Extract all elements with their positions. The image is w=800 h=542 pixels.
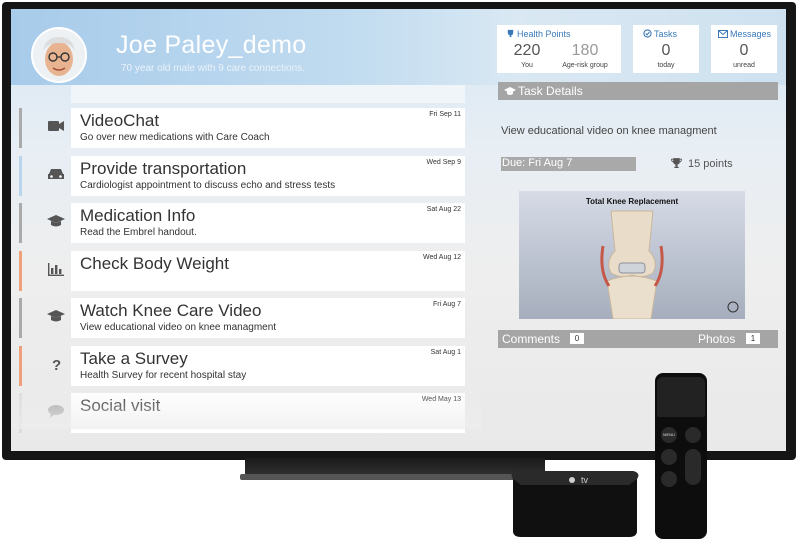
- task-title: Check Body Weight: [80, 254, 229, 273]
- messages-value: 0: [739, 42, 749, 59]
- task-status-bar: [19, 251, 22, 291]
- siri-remote: MENU: [655, 373, 707, 539]
- graduation-cap-icon: [504, 87, 516, 95]
- envelope-icon: [718, 30, 728, 38]
- sidebar-task-icon[interactable]: [19, 156, 71, 196]
- points-reward: 15 points: [671, 157, 733, 170]
- media-bar: Comments 0 Photos 1: [498, 330, 778, 348]
- task-date: Wed Sep 9: [426, 159, 461, 166]
- health-points-group-value: 180: [571, 42, 599, 59]
- task-title: Watch Knee Care Video: [80, 301, 262, 320]
- comments-label[interactable]: Comments: [502, 332, 560, 346]
- tasks-value: 0: [661, 42, 671, 59]
- task-card[interactable]: Medication Info Read the Embrel handout. S…: [71, 203, 465, 243]
- avatar-face-icon: [33, 29, 85, 81]
- tasks-title: Tasks: [654, 29, 678, 39]
- task-title: Provide transportation: [80, 159, 247, 178]
- task-title: VideoChat: [80, 111, 160, 130]
- remote-menu-button: MENU: [661, 427, 677, 443]
- task-card[interactable]: Take a Survey Health Survey for recent ho…: [71, 346, 465, 386]
- user-subtitle: 70 year old male with 9 care connections…: [121, 63, 305, 74]
- task-date: Sat Aug 1: [430, 349, 461, 356]
- task-status-bar: [19, 346, 22, 386]
- sidebar-task-icon[interactable]: [19, 203, 71, 243]
- tasks-panel[interactable]: Tasks 0 today: [633, 25, 699, 73]
- health-points-title: Health Points: [517, 29, 571, 39]
- due-date-badge: Due: Fri Aug 7: [501, 157, 636, 171]
- messages-label: unread: [733, 62, 755, 69]
- task-status-bar: [19, 156, 22, 196]
- task-description: Go over new medications with Care Coach: [80, 132, 270, 143]
- sidebar-task-icon[interactable]: [19, 108, 71, 148]
- task-status-bar: [19, 108, 22, 148]
- apple-logo-icon: [569, 477, 575, 483]
- task-details-title: Task Details: [518, 84, 583, 98]
- apple-tv-label: tv: [581, 475, 589, 485]
- health-points-you-value: 220: [513, 42, 541, 59]
- trophy-icon: [507, 29, 514, 38]
- list-fade: [11, 389, 481, 429]
- remote-touch-surface: [657, 377, 705, 417]
- task-description: Health Survey for recent hospital stay: [80, 370, 247, 381]
- task-details-header: Task Details: [498, 82, 778, 100]
- apple-tv-box: tv: [511, 471, 639, 537]
- task-status-bar: [19, 298, 22, 338]
- avatar[interactable]: [31, 27, 87, 83]
- task-date: Fri Sep 11: [429, 111, 461, 118]
- graduation-cap-icon: [47, 215, 65, 227]
- messages-title: Messages: [730, 29, 772, 39]
- photos-label[interactable]: Photos: [698, 332, 735, 346]
- task-title: Take a Survey: [80, 349, 188, 368]
- task-description: Read the Embrel handout.: [80, 227, 197, 238]
- trophy-icon: [671, 158, 682, 168]
- task-date: Fri Aug 7: [432, 301, 461, 308]
- due-date: Due: Fri Aug 7: [502, 157, 573, 169]
- health-points-you-label: You: [521, 62, 533, 69]
- task-date: Wed Aug 12: [422, 254, 461, 261]
- sidebar-task-icon[interactable]: ?: [19, 346, 71, 386]
- car-icon: [48, 169, 64, 179]
- graduation-cap-icon: [47, 310, 65, 322]
- sidebar-task-icon[interactable]: [19, 251, 71, 291]
- remote-play-pause-button: [661, 471, 677, 487]
- task-card[interactable]: Check Body Weight Wed Aug 12: [71, 251, 465, 291]
- knee-illustration-icon: [600, 210, 739, 319]
- sidebar-task-icon[interactable]: [19, 298, 71, 338]
- scrolled-task-row: [71, 85, 465, 103]
- photos-count: 1: [746, 333, 760, 344]
- task-card[interactable]: VideoChat Go over new medications with Ca…: [71, 108, 465, 148]
- remote-volume-button: [685, 449, 701, 485]
- video-camera-icon: [48, 121, 64, 131]
- task-description: View educational video on knee managment: [80, 322, 277, 333]
- question-icon: ?: [52, 357, 61, 374]
- comments-count: 0: [570, 333, 584, 344]
- tasks-label: today: [657, 62, 675, 69]
- task-card[interactable]: Watch Knee Care Video View educational vi…: [71, 298, 465, 338]
- remote-tv-button: [685, 427, 701, 443]
- task-title: Medication Info: [80, 206, 196, 225]
- tv-stand-base: [240, 474, 550, 480]
- messages-panel[interactable]: Messages 0 unread: [711, 25, 777, 73]
- bar-chart-icon: [48, 263, 64, 276]
- task-description: Cardiologist appointment to discuss echo…: [80, 180, 336, 191]
- svg-text:?: ?: [52, 357, 61, 374]
- task-status-bar: [19, 203, 22, 243]
- health-points-panel[interactable]: Health Points 220 You 180 Age-risk group: [497, 25, 621, 73]
- task-details-description: View educational video on knee managment: [501, 125, 717, 137]
- remote-siri-button: [661, 449, 677, 465]
- check-circle-icon: [643, 29, 652, 38]
- profile-header: Joe Paley_demo 70 year old male with 9 c…: [11, 9, 786, 85]
- task-date: Sat Aug 22: [426, 206, 461, 213]
- points-value: 15 points: [688, 158, 733, 170]
- video-thumbnail[interactable]: Total Knee Replacement: [519, 191, 745, 319]
- health-points-group-label: Age-risk group: [562, 62, 608, 69]
- task-card[interactable]: Provide transportation Cardiologist appoi…: [71, 156, 465, 196]
- user-name: Joe Paley_demo: [116, 31, 307, 59]
